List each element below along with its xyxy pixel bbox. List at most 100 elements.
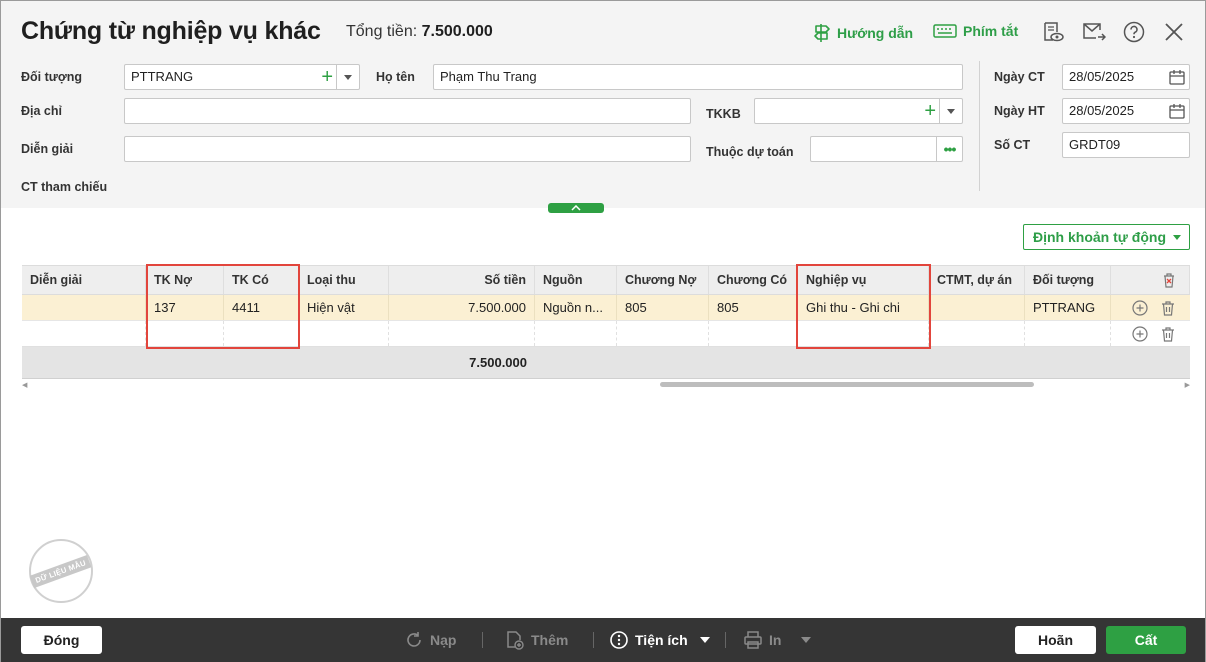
tkkb-combobox[interactable]: + xyxy=(754,98,963,124)
dia-chi-input[interactable] xyxy=(124,98,691,124)
cancel-button[interactable]: Hoãn xyxy=(1015,626,1096,654)
col-chuong-co[interactable]: Chương Có xyxy=(709,266,798,294)
cell-chuong-co[interactable]: 805 xyxy=(709,295,798,320)
col-ctmt-du-an[interactable]: CTMT, dự án xyxy=(929,266,1025,294)
cell-chuong-no[interactable]: 805 xyxy=(617,295,709,320)
chevron-down-icon xyxy=(1173,235,1181,240)
chevron-down-icon[interactable] xyxy=(939,99,962,123)
chevron-down-icon[interactable] xyxy=(336,65,359,89)
dien-giai-input[interactable] xyxy=(124,136,691,162)
footer-toolbar: Đóng Nạp Thêm Tiện ích In Hoãn Cất xyxy=(1,618,1205,662)
ho-ten-label: Họ tên xyxy=(376,70,415,84)
add-icon[interactable]: + xyxy=(321,66,333,88)
ngay-ct-label: Ngày CT xyxy=(994,70,1045,84)
divider xyxy=(593,632,594,648)
ngay-ct-value: 28/05/2025 xyxy=(1069,69,1135,84)
col-nguon[interactable]: Nguồn xyxy=(535,266,617,294)
add-row-icon[interactable] xyxy=(1132,325,1148,342)
scroll-right-icon[interactable]: ▶ xyxy=(1185,381,1190,389)
utilities-menu-button[interactable]: Tiện ích xyxy=(609,630,710,650)
ho-ten-value: Phạm Thu Trang xyxy=(440,69,537,84)
dia-chi-label: Địa chỉ xyxy=(21,104,62,118)
cell-doi-tuong[interactable]: PTTRANG xyxy=(1025,295,1111,320)
reload-button[interactable]: Nạp xyxy=(404,630,456,650)
ngay-ht-label: Ngày HT xyxy=(994,104,1045,118)
ho-ten-input[interactable]: Phạm Thu Trang xyxy=(433,64,963,90)
clear-rows-icon[interactable] xyxy=(1111,266,1190,294)
printer-icon xyxy=(744,631,762,649)
highlight-accounts xyxy=(146,264,300,349)
row-actions xyxy=(1111,295,1190,320)
cell-chuong-co[interactable] xyxy=(709,321,798,346)
thuoc-du-toan-input[interactable]: ••• xyxy=(810,136,963,162)
horizontal-scrollbar[interactable]: ◀ ▶ xyxy=(22,379,1190,389)
add-row-icon[interactable] xyxy=(1132,299,1148,316)
chevron-down-icon xyxy=(699,637,710,643)
more-icon[interactable]: ••• xyxy=(936,137,962,161)
auto-accounting-button[interactable]: Định khoản tự động xyxy=(1023,224,1190,250)
add-button[interactable]: Thêm xyxy=(505,630,568,650)
col-chuong-no[interactable]: Chương Nợ xyxy=(617,266,709,294)
so-ct-input[interactable]: GRDT09 xyxy=(1062,132,1190,158)
cell-ctmt[interactable] xyxy=(929,321,1025,346)
calendar-icon[interactable] xyxy=(1169,103,1185,122)
total-amount: Tổng tiền: 7.500.000 xyxy=(346,23,493,41)
doi-tuong-combobox[interactable]: PTTRANG + xyxy=(124,64,360,90)
cell-dien-giai[interactable] xyxy=(22,295,146,320)
cell-so-tien[interactable] xyxy=(389,321,535,346)
cell-so-tien[interactable]: 7.500.000 xyxy=(389,295,535,320)
close-button[interactable]: Đóng xyxy=(21,626,102,654)
cell-nguon[interactable] xyxy=(535,321,617,346)
shortcut-label: Phím tắt xyxy=(963,23,1019,39)
guide-label: Hướng dẫn xyxy=(837,25,914,41)
shortcut-link[interactable]: Phím tắt xyxy=(933,23,1018,39)
ct-tham-chieu-label: CT tham chiếu xyxy=(21,180,108,194)
thuoc-du-toan-label: Thuộc dự toán xyxy=(706,145,794,159)
so-ct-value: GRDT09 xyxy=(1069,137,1121,152)
print-button[interactable]: In xyxy=(743,630,812,650)
cell-loai-thu[interactable]: Hiện vật xyxy=(299,295,389,320)
ngay-ht-datepicker[interactable]: 28/05/2025 xyxy=(1062,98,1190,124)
cell-loai-thu[interactable] xyxy=(299,321,389,346)
help-icon[interactable] xyxy=(1122,20,1146,44)
calendar-icon[interactable] xyxy=(1169,69,1185,88)
col-doi-tuong[interactable]: Đối tượng xyxy=(1025,266,1111,294)
add-document-icon xyxy=(507,631,524,650)
auto-accounting-label: Định khoản tự động xyxy=(1033,229,1167,245)
refresh-icon xyxy=(407,632,421,647)
col-dien-giai[interactable]: Diễn giải xyxy=(22,266,146,294)
chevron-down-icon xyxy=(801,637,812,643)
reload-label: Nạp xyxy=(430,632,457,648)
close-icon[interactable] xyxy=(1162,20,1186,44)
delete-row-icon[interactable] xyxy=(1160,300,1176,316)
divider xyxy=(725,632,726,648)
total-label: Tổng tiền: xyxy=(346,23,418,40)
keyboard-icon xyxy=(933,24,957,38)
cell-nguon[interactable]: Nguồn n... xyxy=(535,295,617,320)
send-mail-icon[interactable] xyxy=(1082,20,1106,44)
utilities-label: Tiện ích xyxy=(635,632,688,648)
cell-doi-tuong[interactable] xyxy=(1025,321,1111,346)
ngay-ct-datepicker[interactable]: 28/05/2025 xyxy=(1062,64,1190,90)
cell-ctmt[interactable] xyxy=(929,295,1025,320)
view-document-icon[interactable] xyxy=(1041,20,1065,44)
so-ct-label: Số CT xyxy=(994,138,1031,152)
save-button[interactable]: Cất xyxy=(1106,626,1186,654)
delete-row-icon[interactable] xyxy=(1160,326,1176,342)
collapse-header-button[interactable] xyxy=(548,203,604,213)
col-so-tien[interactable]: Số tiền xyxy=(389,266,535,294)
total-so-tien: 7.500.000 xyxy=(469,355,527,370)
add-label: Thêm xyxy=(531,632,569,648)
add-icon[interactable]: + xyxy=(924,100,936,122)
row-actions xyxy=(1111,321,1190,346)
cell-chuong-no[interactable] xyxy=(617,321,709,346)
scroll-left-icon[interactable]: ◀ xyxy=(22,381,27,389)
divider xyxy=(979,61,980,191)
scroll-thumb[interactable] xyxy=(660,382,1034,387)
guide-link[interactable]: Hướng dẫn xyxy=(813,23,913,43)
sample-data-stamp: DỮ LIỆU MẪU xyxy=(29,539,93,603)
col-loai-thu[interactable]: Loại thu xyxy=(299,266,389,294)
ngay-ht-value: 28/05/2025 xyxy=(1069,103,1135,118)
cell-dien-giai[interactable] xyxy=(22,321,146,346)
highlight-nghiep-vu xyxy=(796,264,931,349)
